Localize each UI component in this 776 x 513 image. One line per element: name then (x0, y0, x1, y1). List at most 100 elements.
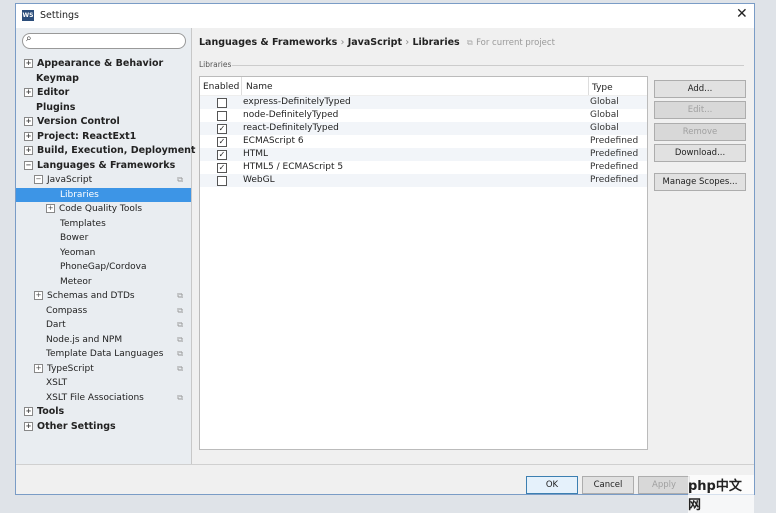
library-type: Predefined (590, 175, 639, 185)
library-name: ECMAScript 6 (243, 136, 304, 146)
sidebar-item-label: Schemas and DTDs (47, 291, 135, 301)
manage-scopes-button[interactable]: Manage Scopes... (654, 173, 746, 191)
sidebar-item[interactable]: Plugins (16, 101, 191, 115)
remove-button[interactable]: Remove (654, 123, 746, 141)
sidebar-item[interactable]: + Project: ReactExt1 (16, 130, 191, 144)
expand-icon[interactable]: − (24, 160, 33, 170)
sidebar-item[interactable]: + Tools (16, 405, 191, 419)
enabled-checkbox[interactable]: ✓ (217, 124, 227, 134)
project-scope-icon: ⧉ (177, 291, 183, 300)
enabled-checkbox[interactable]: ✓ (217, 137, 227, 147)
sidebar-item-label: Libraries (60, 189, 99, 200)
sidebar-item[interactable]: + TypeScript ⧉ (16, 362, 191, 376)
sidebar-item[interactable]: − Languages & Frameworks (16, 159, 191, 173)
expand-icon[interactable]: + (24, 146, 33, 155)
expand-icon[interactable]: + (24, 88, 33, 97)
project-scope-icon: ⧉ (467, 38, 473, 47)
sidebar-item-label: Template Data Languages (46, 349, 164, 359)
library-name: HTML (243, 149, 269, 159)
sidebar-item[interactable]: − JavaScript ⧉ (16, 173, 191, 187)
sidebar-item-label: JavaScript (47, 175, 93, 185)
enabled-checkbox[interactable]: ✓ (217, 163, 227, 173)
sidebar-item-label: Compass (46, 305, 88, 316)
library-name: node-DefinitelyTyped (243, 110, 339, 120)
sidebar-item[interactable]: + Code Quality Tools (16, 202, 191, 216)
sidebar-item[interactable]: Meteor (16, 275, 191, 289)
sidebar-item[interactable]: Node.js and NPM ⧉ (16, 333, 191, 347)
column-header-type[interactable]: Type (592, 83, 613, 93)
sidebar-item[interactable]: Compass ⧉ (16, 304, 191, 318)
apply-button[interactable]: Apply (638, 476, 690, 494)
project-scope-icon: ⧉ (177, 305, 183, 315)
expand-icon[interactable]: + (34, 291, 43, 300)
sidebar-item[interactable]: Yeoman (16, 246, 191, 260)
library-name: HTML5 / ECMAScript 5 (243, 162, 344, 172)
edit-button[interactable]: Edit... (654, 101, 746, 119)
expand-icon[interactable]: + (24, 131, 33, 141)
expand-icon[interactable]: + (24, 407, 33, 416)
enabled-checkbox[interactable]: ✓ (217, 150, 227, 160)
table-row[interactable]: ✓ HTML5 / ECMAScript 5 Predefined (200, 161, 647, 174)
table-row[interactable]: express-DefinitelyTyped Global (200, 96, 647, 109)
table-row[interactable]: ✓ ECMAScript 6 Predefined (200, 135, 647, 148)
sidebar-item-label: Languages & Frameworks (37, 159, 176, 171)
sidebar-item[interactable]: Bower (16, 231, 191, 245)
library-type: Global (590, 110, 619, 120)
table-header: Enabled Name Type (200, 77, 647, 96)
column-header-name[interactable]: Name (246, 82, 273, 92)
sidebar-item[interactable]: XSLT File Associations ⧉ (16, 391, 191, 405)
sidebar-item[interactable]: + Build, Execution, Deployment (16, 144, 195, 158)
app-icon: WS (22, 10, 34, 21)
table-row[interactable]: ✓ react-DefinitelyTyped Global (200, 122, 647, 135)
library-name: react-DefinitelyTyped (243, 123, 339, 133)
sidebar-item[interactable]: + Version Control (16, 115, 191, 129)
sidebar-item-label: Meteor (60, 276, 92, 287)
scope-label: For current project (476, 38, 555, 48)
enabled-checkbox[interactable] (217, 176, 227, 186)
sidebar-item[interactable]: + Appearance & Behavior (16, 57, 191, 71)
column-divider (588, 77, 589, 95)
cancel-button[interactable]: Cancel (582, 476, 634, 494)
table-row[interactable]: WebGL Predefined (200, 174, 647, 187)
sidebar-item[interactable]: PhoneGap/Cordova (16, 260, 191, 274)
breadcrumb-separator: › (405, 37, 410, 48)
sidebar-item[interactable]: Libraries (16, 187, 191, 202)
sidebar-item[interactable]: XSLT (16, 376, 191, 390)
expand-icon[interactable]: + (24, 117, 33, 126)
library-type: Global (590, 123, 619, 133)
sidebar-item-label: TypeScript (47, 363, 94, 374)
download-button[interactable]: Download... (654, 144, 746, 162)
sidebar-item[interactable]: Templates (16, 217, 191, 231)
close-icon[interactable]: ✕ (736, 6, 748, 22)
project-scope-icon: ⧉ (177, 334, 183, 344)
settings-dialog: WS Settings ✕ ⌕ + Appearance & Behavior Ke… (15, 3, 755, 513)
sidebar-item[interactable]: + Other Settings (16, 420, 191, 434)
sidebar-item-label: Bower (60, 233, 89, 243)
expand-icon[interactable]: + (46, 204, 55, 213)
expand-icon[interactable]: − (34, 175, 43, 184)
enabled-checkbox[interactable] (217, 98, 227, 108)
sidebar-item[interactable]: + Editor (16, 86, 191, 100)
search-input[interactable]: ⌕ (22, 33, 186, 49)
sidebar-item-label: Project: ReactExt1 (37, 130, 137, 142)
sidebar-item[interactable]: Template Data Languages ⧉ (16, 347, 191, 361)
project-scope-icon: ⧉ (177, 392, 183, 402)
breadcrumb-item: JavaScript (347, 37, 403, 48)
sidebar-item-label: Build, Execution, Deployment (37, 145, 196, 156)
dialog-footer: OK Cancel Apply php中文网 (16, 464, 754, 513)
expand-icon[interactable]: + (24, 59, 33, 68)
expand-icon[interactable]: + (34, 363, 43, 373)
sidebar-item-label: Plugins (36, 101, 76, 113)
ok-button[interactable]: OK (526, 476, 578, 494)
add-button[interactable]: Add... (654, 80, 746, 98)
sidebar-item-label: Node.js and NPM (46, 334, 123, 345)
sidebar-item[interactable]: Keymap (16, 72, 191, 86)
table-row[interactable]: node-DefinitelyTyped Global (200, 109, 647, 122)
table-row[interactable]: ✓ HTML Predefined (200, 148, 647, 161)
sidebar-item[interactable]: + Schemas and DTDs ⧉ (16, 289, 191, 303)
enabled-checkbox[interactable] (217, 111, 227, 121)
expand-icon[interactable]: + (24, 421, 33, 431)
sidebar-item[interactable]: Dart ⧉ (16, 318, 191, 332)
column-header-enabled[interactable]: Enabled (203, 82, 239, 92)
libraries-group-label: Libraries (199, 60, 232, 69)
